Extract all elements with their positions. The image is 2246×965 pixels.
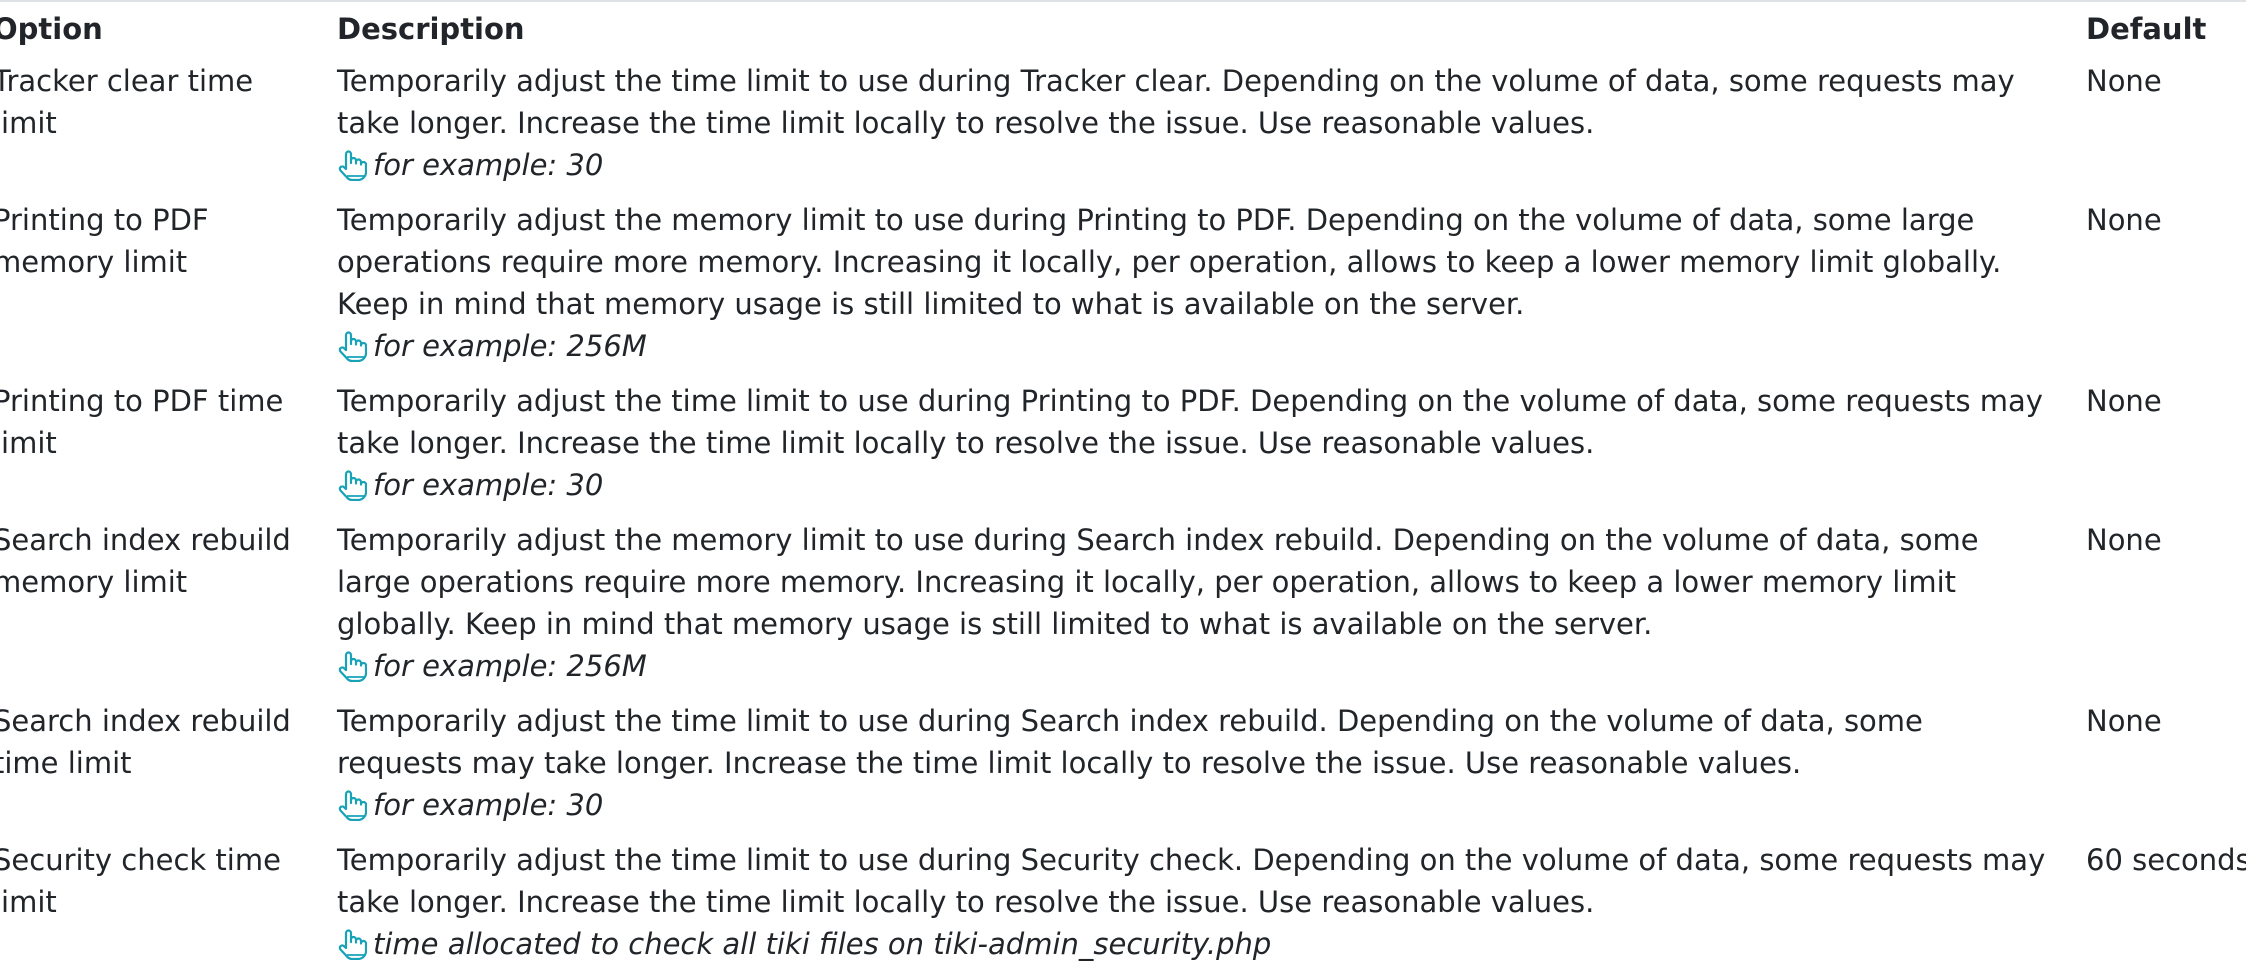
description-text: Temporarily adjust the memory limit to u…: [337, 203, 2002, 321]
table-row: Search index rebuild time limit Temporar…: [0, 695, 2246, 834]
pointing-hand-icon: [338, 331, 367, 362]
example-text: for example: 256M: [373, 649, 647, 683]
description-text: Temporarily adjust the time limit to use…: [337, 843, 2046, 919]
description-text: Temporarily adjust the time limit to use…: [337, 64, 2015, 140]
option-name: Search index rebuild memory limit: [0, 523, 291, 599]
option-description: Temporarily adjust the time limit to use…: [337, 700, 2057, 826]
option-default: None: [2086, 704, 2162, 738]
pointing-hand-icon: [338, 790, 367, 821]
option-default: None: [2086, 64, 2162, 98]
pointing-hand-icon: [338, 150, 367, 181]
option-default: None: [2086, 523, 2162, 557]
option-name: Search index rebuild time limit: [0, 704, 291, 780]
option-description: Temporarily adjust the time limit to use…: [337, 60, 2057, 186]
example-text: for example: 256M: [373, 329, 647, 363]
option-description: Temporarily adjust the memory limit to u…: [337, 519, 2057, 687]
pointing-hand-icon: [338, 651, 367, 682]
option-name: Security check time limit: [0, 843, 281, 919]
table-row: Tracker clear time limit Temporarily adj…: [0, 55, 2246, 194]
table-header: Option Description Default: [0, 0, 2246, 55]
example-text: for example: 30: [373, 148, 604, 182]
header-default: Default: [2086, 12, 2207, 46]
table-row: Search index rebuild memory limit Tempor…: [0, 514, 2246, 695]
pointing-hand-icon: [338, 929, 367, 960]
description-text: Temporarily adjust the memory limit to u…: [337, 523, 1979, 641]
option-default: 60 seconds: [2086, 843, 2246, 877]
option-name: Tracker clear time limit: [0, 64, 254, 140]
example-line: for example: 30: [337, 144, 2057, 186]
example-line: for example: 30: [337, 784, 2057, 826]
table-row: Security check time limit Temporarily ad…: [0, 834, 2246, 964]
example-line: for example: 256M: [337, 325, 2057, 367]
example-line: for example: 30: [337, 464, 2057, 506]
option-description: Temporarily adjust the time limit to use…: [337, 839, 2057, 965]
table-row: Printing to PDF time limit Temporarily a…: [0, 375, 2246, 514]
preferences-table: Option Description Default Tracker clear…: [0, 0, 2246, 964]
option-description: Temporarily adjust the memory limit to u…: [337, 199, 2057, 367]
description-text: Temporarily adjust the time limit to use…: [337, 704, 1923, 780]
option-name: Printing to PDF time limit: [0, 384, 284, 460]
example-text: for example: 30: [373, 468, 604, 502]
option-default: None: [2086, 384, 2162, 418]
table-row: Printing to PDF memory limit Temporarily…: [0, 194, 2246, 375]
header-description: Description: [337, 12, 525, 46]
header-option: Option: [0, 12, 103, 46]
example-text: for example: 30: [373, 788, 604, 822]
option-default: None: [2086, 203, 2162, 237]
option-name: Printing to PDF memory limit: [0, 203, 209, 279]
option-description: Temporarily adjust the time limit to use…: [337, 380, 2057, 506]
description-text: Temporarily adjust the time limit to use…: [337, 384, 2043, 460]
pointing-hand-icon: [338, 470, 367, 501]
example-line: for example: 256M: [337, 645, 2057, 687]
